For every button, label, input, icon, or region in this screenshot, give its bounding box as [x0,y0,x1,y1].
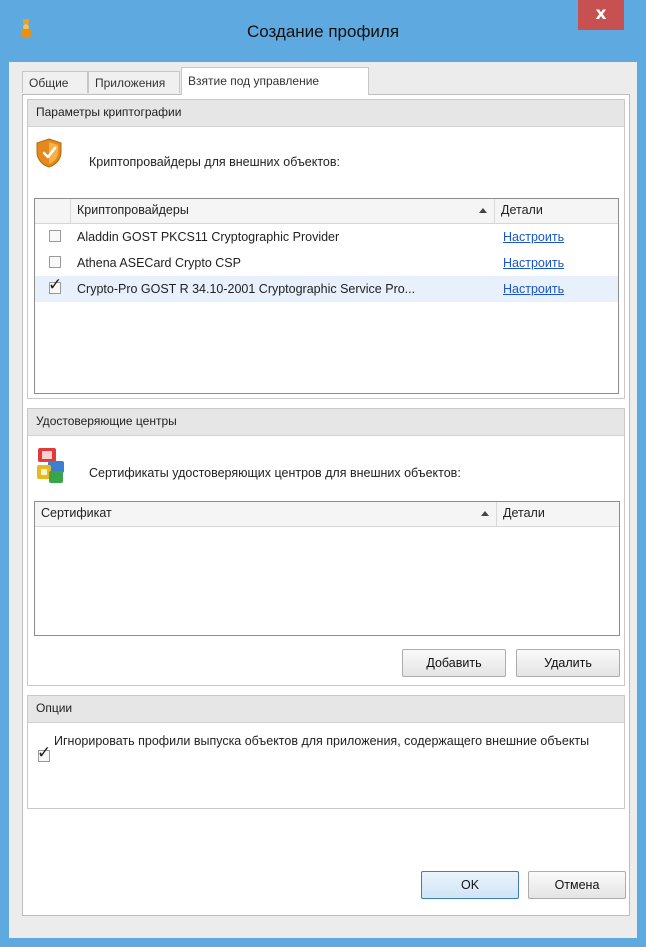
close-button[interactable]: x [578,0,624,30]
tab-applications[interactable]: Приложения [88,71,180,93]
options-group: Опции ✓ Игнорировать профили выпуска объ… [27,695,625,809]
configure-link[interactable]: Настроить [503,250,564,277]
column-header-providers[interactable]: Криптопровайдеры [71,199,495,223]
column-header-certificate[interactable]: Сертификат [35,502,497,526]
column-header-certificate-label: Сертификат [41,506,112,520]
column-header-providers-label: Криптопровайдеры [77,203,189,217]
table-row[interactable]: Athena ASECard Crypto CSP Настроить [35,250,618,276]
checkmark-icon: ✓ [48,275,63,295]
column-header-details[interactable]: Детали [497,502,619,526]
provider-name: Aladdin GOST PKCS11 Cryptographic Provid… [77,230,340,244]
crypto-grid-header: Криптопровайдеры Детали [35,199,618,224]
tab-panel: Параметры криптографии Криптопровайдеры … [22,94,630,916]
provider-name: Crypto-Pro GOST R 34.10-2001 Cryptograph… [77,282,416,296]
crypto-grid: Криптопровайдеры Детали Aladdin GOST PKC… [34,198,619,394]
configure-link[interactable]: Настроить [503,224,564,251]
sort-ascending-icon [479,208,487,213]
ca-description: Сертификаты удостоверяющих центров для в… [89,466,461,480]
ca-group-header: Удостоверяющие центры [28,409,624,436]
window-title: Создание профиля [246,22,400,41]
table-row[interactable]: Aladdin GOST PKCS11 Cryptographic Provid… [35,224,618,250]
configure-link[interactable]: Настроить [503,276,564,303]
crypto-group: Параметры криптографии Криптопровайдеры … [27,99,625,399]
checkmark-icon: ✓ [37,743,52,763]
checkbox-column-header[interactable] [35,199,71,223]
shield-icon [36,138,62,168]
provider-name: Athena ASECard Crypto CSP [77,256,241,270]
cancel-button[interactable]: Отмена [528,871,626,899]
options-group-header: Опции [28,696,624,723]
ca-grid-header: Сертификат Детали [35,502,619,527]
crypto-description: Криптопровайдеры для внешних объектов: [89,155,340,169]
tab-general[interactable]: Общие [22,71,88,93]
certificates-icon [37,448,64,483]
column-header-details[interactable]: Детали [495,199,618,223]
ignore-profiles-label[interactable]: Игнорировать профили выпуска объектов дл… [54,734,614,748]
ca-group: Удостоверяющие центры Сертификаты удосто… [27,408,625,686]
ca-grid: Сертификат Детали [34,501,620,636]
crypto-group-header: Параметры криптографии [28,100,624,127]
table-row[interactable]: ✓ Crypto-Pro GOST R 34.10-2001 Cryptogra… [35,275,618,303]
title-bar[interactable]: Создание профиля x [0,0,646,62]
tab-takeover[interactable]: Взятие под управление [181,67,369,95]
dialog-window: Создание профиля x Общие Приложения Взят… [0,0,646,947]
sort-ascending-icon [481,511,489,516]
row-checkbox[interactable]: ✓ [48,275,62,295]
ignore-profiles-checkbox[interactable]: ✓ [37,743,51,763]
add-button[interactable]: Добавить [402,649,506,677]
row-checkbox[interactable] [49,230,61,242]
ok-button[interactable]: OK [421,871,519,899]
remove-button[interactable]: Удалить [516,649,620,677]
dialog-body: Общие Приложения Взятие под управление П… [9,62,637,938]
row-checkbox[interactable] [49,256,61,268]
